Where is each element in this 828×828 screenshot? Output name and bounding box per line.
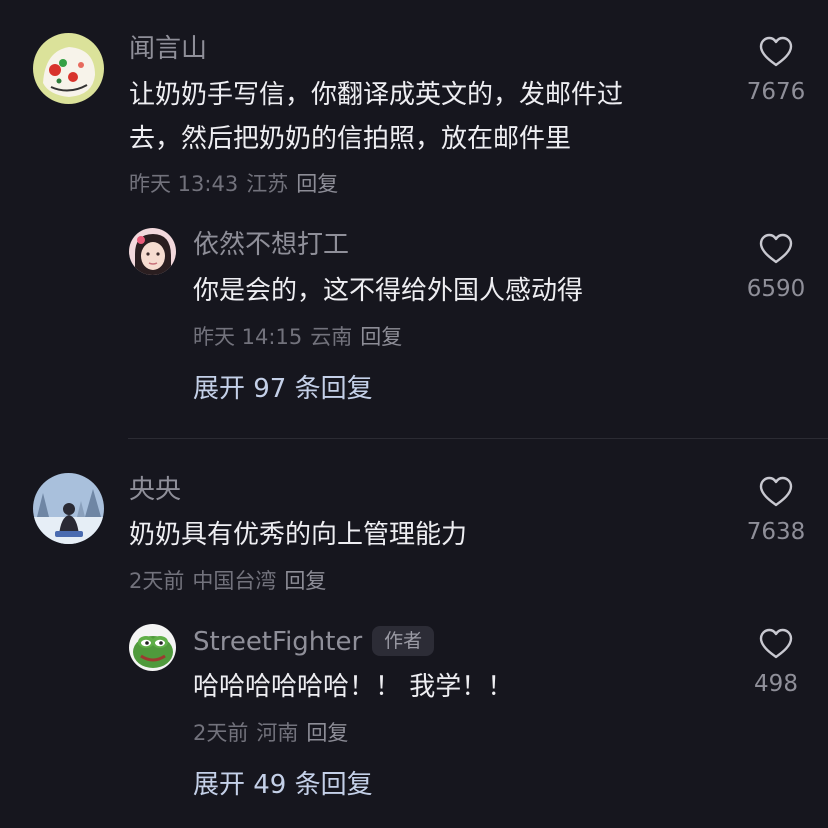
reply-username[interactable]: 依然不想打工 — [193, 229, 349, 261]
user-avatar[interactable] — [33, 473, 104, 544]
comment-meta: 昨天 13:43 江苏 回复 — [129, 170, 346, 198]
like-count: 7638 — [746, 519, 806, 545]
comment-time: 昨天 13:43 — [129, 172, 239, 196]
reply-button[interactable]: 回复 — [296, 172, 338, 196]
comment-username[interactable]: 闻言山 — [129, 33, 207, 65]
reply-location: 河南 — [256, 721, 299, 745]
comment-divider — [128, 438, 828, 439]
cartoon-face-avatar-icon — [33, 33, 104, 104]
like-button[interactable]: 7676 — [736, 36, 816, 106]
like-count: 498 — [754, 671, 798, 697]
snow-scene-avatar-icon — [33, 473, 104, 544]
reply-text: 哈哈哈哈哈哈！！ 我学！！ — [193, 672, 514, 702]
like-button[interactable]: 6590 — [736, 233, 816, 303]
comment-meta: 2天前 中国台湾 回复 — [129, 567, 334, 595]
heart-icon — [759, 628, 793, 659]
reply-username: StreetFighter 作者 — [193, 626, 435, 658]
reply-time: 2天前 — [193, 721, 249, 745]
pepe-frog-avatar-icon — [129, 624, 176, 671]
heart-icon — [759, 476, 793, 507]
expand-replies-button[interactable]: 展开 49 条回复 — [193, 769, 373, 801]
girl-portrait-avatar-icon — [129, 228, 176, 275]
heart-icon — [759, 36, 793, 67]
reply-meta: 2天前 河南 回复 — [193, 719, 356, 747]
user-avatar[interactable] — [33, 33, 104, 104]
comment-location: 中国台湾 — [192, 569, 277, 593]
comment-text-line: 让奶奶手写信，你翻译成英文的，发邮件过 — [129, 80, 624, 110]
reply-location: 云南 — [310, 325, 353, 349]
like-count: 6590 — [746, 276, 806, 302]
comment-text-line: 去，然后把奶奶的信拍照，放在邮件里 — [129, 124, 572, 154]
comment-text: 奶奶具有优秀的向上管理能力 — [129, 520, 468, 550]
comment-time: 2天前 — [129, 569, 185, 593]
comment-username[interactable]: 央央 — [129, 474, 181, 506]
reply-button[interactable]: 回复 — [360, 325, 402, 349]
like-count: 7676 — [746, 79, 806, 105]
reply-username-text[interactable]: StreetFighter — [193, 627, 362, 657]
user-avatar[interactable] — [129, 228, 176, 275]
reply-button[interactable]: 回复 — [306, 721, 348, 745]
author-badge: 作者 — [372, 626, 435, 656]
reply-time: 昨天 14:15 — [193, 325, 303, 349]
comment-location: 江苏 — [246, 172, 289, 196]
user-avatar[interactable] — [129, 624, 176, 671]
reply-meta: 昨天 14:15 云南 回复 — [193, 323, 410, 351]
like-button[interactable]: 7638 — [736, 476, 816, 546]
reply-text: 你是会的，这不得给外国人感动得 — [193, 276, 584, 306]
like-button[interactable]: 498 — [736, 628, 816, 698]
heart-icon — [759, 233, 793, 264]
expand-replies-button[interactable]: 展开 97 条回复 — [193, 373, 373, 405]
reply-button[interactable]: 回复 — [284, 569, 326, 593]
